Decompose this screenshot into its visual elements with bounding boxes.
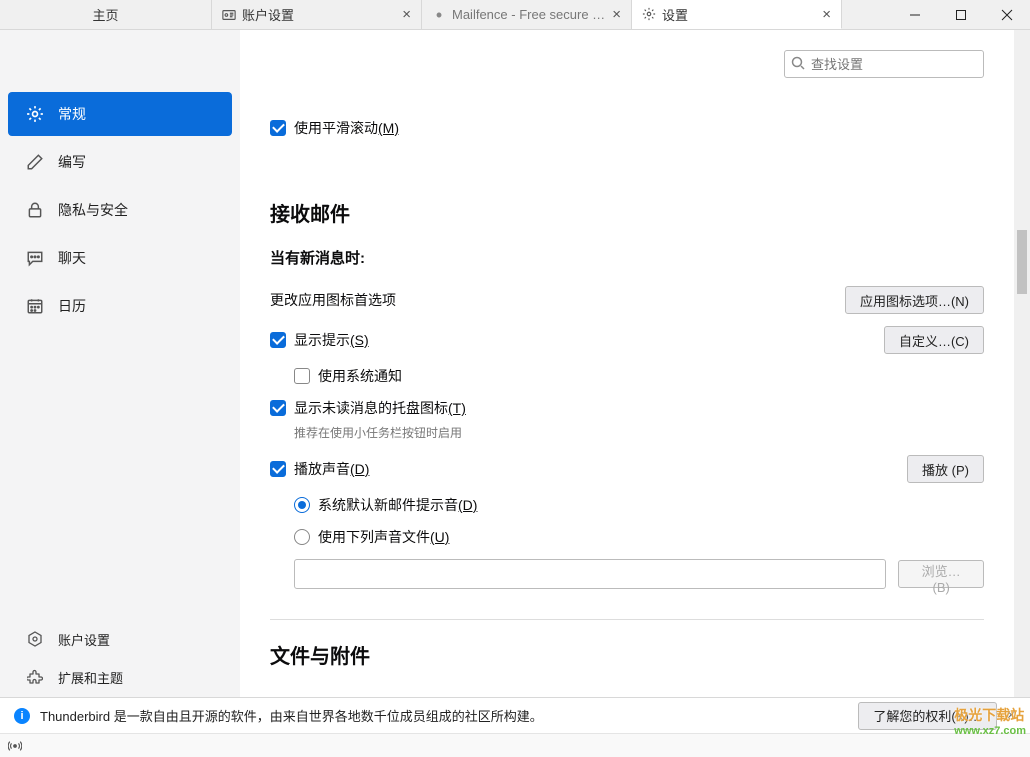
play-button[interactable]: 播放 (P) [907,455,984,483]
close-icon[interactable]: × [612,7,621,22]
checkbox-label: 使用平滑滚动(M) [294,118,399,138]
tab-label: 账户设置 [242,5,396,24]
content-area: 使用平滑滚动(M) 接收邮件 当有新消息时: 更改应用图标首选项 应用图标选项…… [240,30,1014,697]
app-icon-options-button[interactable]: 应用图标选项…(N) [845,286,984,314]
banner-text: Thunderbird 是一款自由且开源的软件，由来自世界各地数千位成员组成的社… [40,706,848,725]
tab-label: Mailfence - Free secure email [452,7,606,22]
chat-icon [26,249,44,267]
tab-label: 设置 [662,5,816,24]
sidebar-item-compose[interactable]: 编写 [8,140,232,184]
subtitle-new-message: 当有新消息时: [270,247,984,268]
radio-label: 使用下列声音文件(U) [318,527,449,547]
scrollbar-thumb[interactable] [1017,230,1027,294]
sidebar-item-label: 账户设置 [58,630,110,649]
sidebar-item-label: 日历 [58,296,86,316]
checkbox-label: 使用系统通知 [318,366,402,386]
checkbox-label: 播放声音(D) [294,459,369,479]
sidebar-item-privacy[interactable]: 隐私与安全 [8,188,232,232]
icon-pref-label: 更改应用图标首选项 [270,290,396,310]
radio-icon [294,497,310,513]
gear-icon [642,7,656,21]
checkbox-icon [270,120,286,136]
dot-icon: • [432,8,446,22]
checkbox-icon [270,461,286,477]
search-input[interactable] [784,50,984,78]
checkbox-label: 显示提示(S) [294,330,369,350]
checkbox-icon [270,332,286,348]
sidebar: 常规 编写 隐私与安全 聊天 日历 [0,30,240,697]
checkbox-icon [270,400,286,416]
sidebar-item-chat[interactable]: 聊天 [8,236,232,280]
info-icon: i [14,708,30,724]
maximize-button[interactable] [938,0,984,29]
broadcast-icon [8,739,22,753]
section-title-incoming: 接收邮件 [270,198,984,227]
section-title-files: 文件与附件 [270,640,984,669]
tab-home[interactable]: 主页 [0,0,212,29]
radio-icon [294,529,310,545]
info-banner: i Thunderbird 是一款自由且开源的软件，由来自世界各地数千位成员组成… [0,697,1030,733]
radio-custom-sound[interactable]: 使用下列声音文件(U) [294,527,984,547]
banner-close-icon[interactable]: × [1007,707,1016,725]
smooth-scroll-checkbox[interactable]: 使用平滑滚动(M) [270,118,984,138]
radio-label: 系统默认新邮件提示音(D) [318,495,477,515]
close-button[interactable] [984,0,1030,29]
sidebar-item-label: 隐私与安全 [58,200,128,220]
account-icon [222,8,236,22]
sidebar-item-calendar[interactable]: 日历 [8,284,232,328]
tray-icon-checkbox[interactable]: 显示未读消息的托盘图标(T) [270,398,984,418]
tab-home-label: 主页 [92,5,118,24]
tab-account-settings[interactable]: 账户设置 × [212,0,422,29]
use-system-notif-checkbox[interactable]: 使用系统通知 [294,366,984,386]
browse-button[interactable]: 浏览…(B) [898,560,984,588]
play-sound-checkbox[interactable]: 播放声音(D) [270,459,369,479]
sidebar-item-general[interactable]: 常规 [8,92,232,136]
tab-settings[interactable]: 设置 × [632,0,842,29]
titlebar: 主页 账户设置 × • Mailfence - Free secure emai… [0,0,1030,30]
calendar-icon [26,297,44,315]
tray-icon-hint: 推荐在使用小任务栏按钮时启用 [294,424,984,441]
hex-icon [26,630,44,648]
gear-icon [26,105,44,123]
customize-button[interactable]: 自定义…(C) [884,326,984,354]
statusbar [0,733,1030,757]
know-your-rights-button[interactable]: 了解您的权利(K)… [858,702,996,730]
sound-file-input[interactable] [294,559,886,589]
minimize-button[interactable] [892,0,938,29]
checkbox-label: 显示未读消息的托盘图标(T) [294,398,466,418]
puzzle-icon [26,668,44,686]
sidebar-item-label: 扩展和主题 [58,668,123,687]
sidebar-item-label: 常规 [58,104,86,124]
sidebar-item-account-settings[interactable]: 账户设置 [8,621,232,657]
checkbox-icon [294,368,310,384]
pencil-icon [26,153,44,171]
sidebar-item-label: 编写 [58,152,86,172]
lock-icon [26,201,44,219]
close-icon[interactable]: × [822,7,831,22]
sidebar-item-addons[interactable]: 扩展和主题 [8,659,232,695]
close-icon[interactable]: × [402,7,411,22]
show-alert-checkbox[interactable]: 显示提示(S) [270,330,369,350]
window-controls [892,0,1030,29]
search-icon [790,55,806,71]
sidebar-item-label: 聊天 [58,248,86,268]
radio-default-sound[interactable]: 系统默认新邮件提示音(D) [294,495,984,515]
scrollbar[interactable] [1014,30,1030,697]
tab-mailfence[interactable]: • Mailfence - Free secure email × [422,0,632,29]
